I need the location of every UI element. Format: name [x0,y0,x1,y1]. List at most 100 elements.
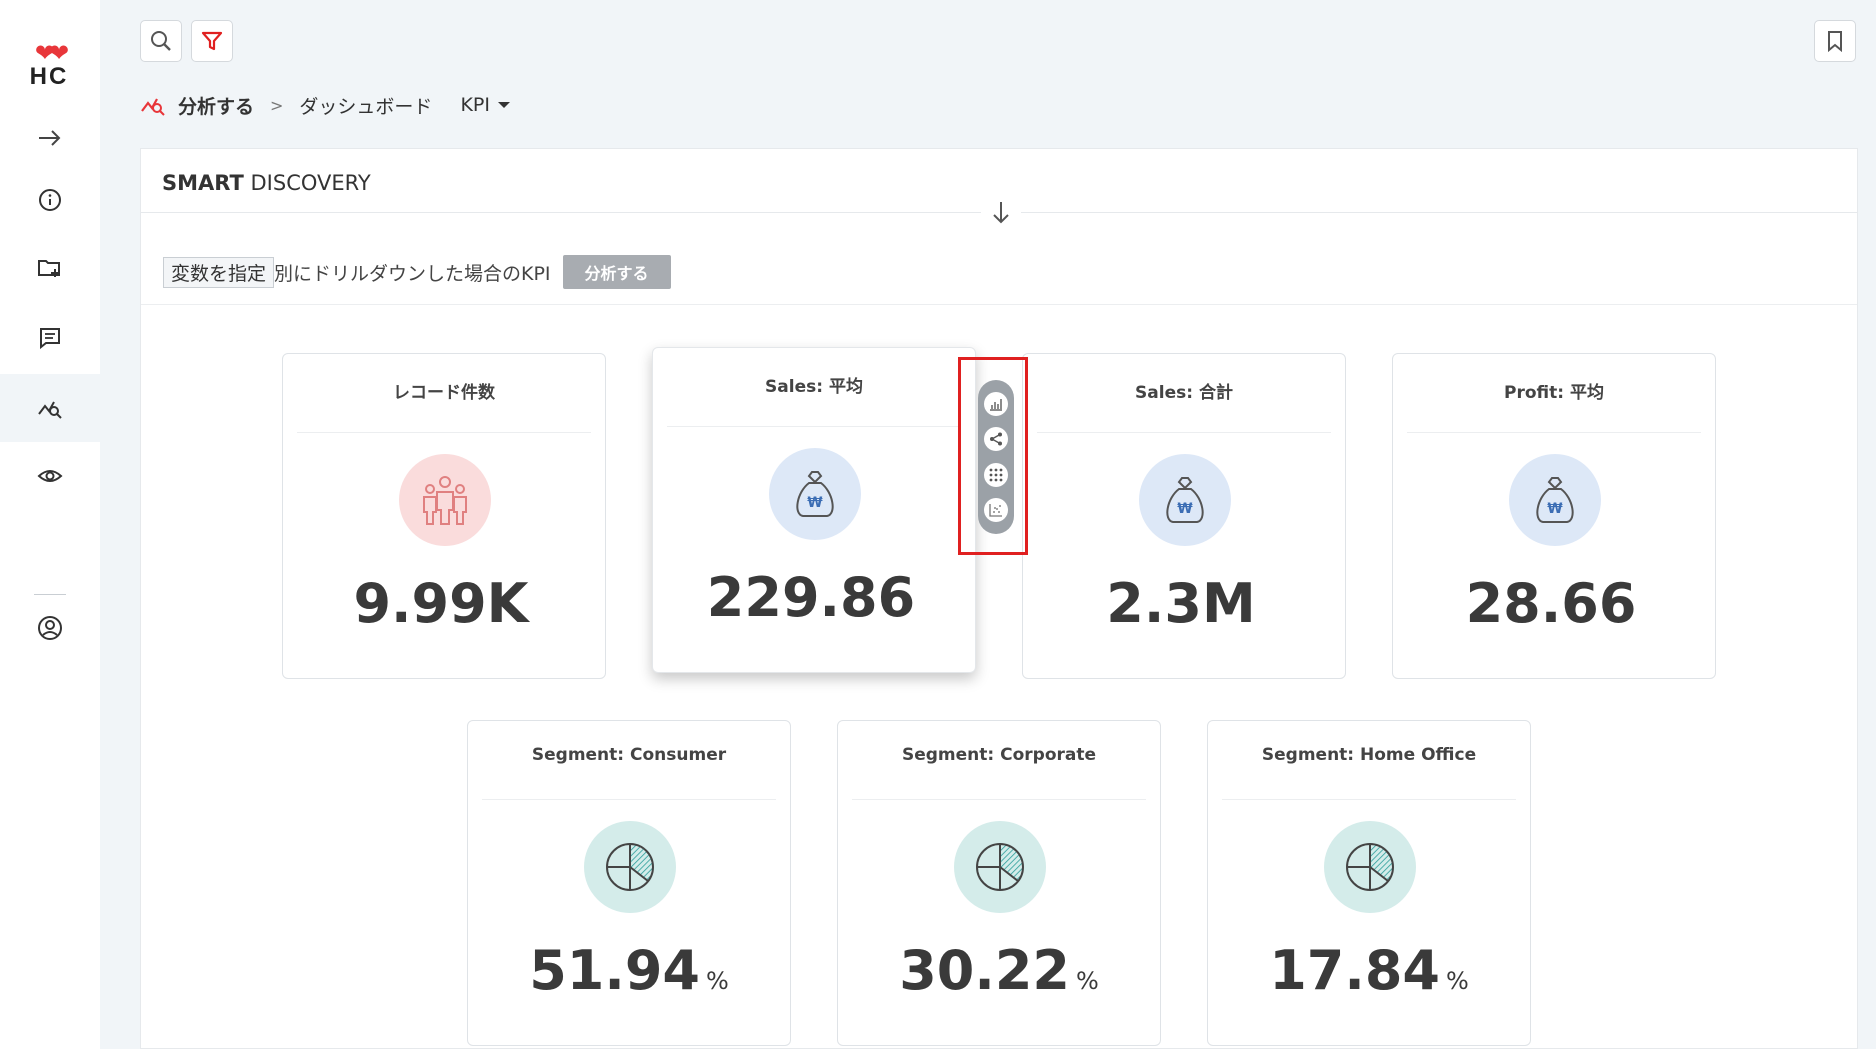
card-value-unit: % [1446,967,1469,995]
kpi-card-profit-average[interactable]: Profit: 平均 ₩ 28.66 [1392,353,1716,679]
kpi-card-sales-total[interactable]: Sales: 合計 ₩ 2.3M [1022,353,1346,679]
analyze-icon [38,401,62,419]
arrow-down-icon [993,202,1009,224]
pie-chart-icon [954,821,1046,913]
card-value-number: 28.66 [1465,572,1637,635]
kpi-card-record-count[interactable]: レコード件数 9.99K [282,353,606,679]
pie-chart-icon [584,821,676,913]
drilldown-divider [141,304,1857,305]
kpi-card-sales-average[interactable]: Sales: 平均 ₩ 229.86 [652,347,976,673]
breadcrumb-separator: > [270,95,284,115]
filter-button[interactable] [191,20,233,62]
chevron-down-icon [497,102,510,108]
card-actions-highlight [958,357,1028,555]
expand-arrow-icon [39,130,61,146]
sidebar-item-new-folder[interactable] [0,234,100,302]
drilldown-text: 別にドリルダウンした場合のKPI [274,262,551,285]
bookmark-icon [1828,31,1842,52]
card-title: Segment: Corporate [901,745,1097,765]
search-button[interactable] [140,20,182,62]
analyze-breadcrumb-icon [141,98,165,116]
card-title: Segment: Consumer [531,745,727,765]
card-title: レコード件数 [393,383,495,403]
card-action-grid[interactable] [984,462,1008,487]
card-action-chart[interactable] [984,391,1008,416]
filter-icon [201,31,223,51]
card-value-number: 30.22 [899,939,1070,1002]
sidebar-item-info[interactable] [0,166,100,234]
card-actions-toolbar [978,380,1014,534]
folder-add-icon [38,260,60,277]
sidebar-item-account[interactable] [0,594,100,662]
breadcrumb-current: ダッシュボード [299,95,433,118]
card-divider [1037,432,1331,433]
svg-text:₩: ₩ [1177,501,1193,517]
card-value: 229.86 [653,566,975,629]
card-value: 28.66 [1393,572,1715,635]
card-title: Sales: 合計 [1135,383,1233,403]
breadcrumb: 分析する > ダッシュボード KPI [140,90,510,120]
pie-chart-icon [1324,821,1416,913]
kpi-dropdown[interactable]: KPI [460,94,510,116]
panel-title: SMART DISCOVERY [162,171,371,195]
card-action-share[interactable] [984,427,1008,452]
bar-chart-icon [990,398,1002,411]
kpi-card-segment-home-office[interactable]: Segment: Home Office 17.84% [1207,720,1531,1046]
card-value: 9.99K [283,572,605,635]
money-bag-icon: ₩ [769,448,861,540]
card-value-unit: % [706,967,729,995]
card-value-number: 229.86 [706,566,916,629]
people-icon [399,454,491,546]
card-value: 2.3M [1023,572,1345,635]
card-action-scatter[interactable] [984,498,1008,523]
drilldown-row: 変数を指定 別にドリルダウンした場合のKPI 分析する [163,255,671,289]
logo-hearts: ❤❤ [34,39,69,67]
eye-icon [37,470,63,482]
card-title: Segment: Home Office [1261,745,1477,765]
breadcrumb-root[interactable]: 分析する [178,92,254,119]
bookmark-button[interactable] [1814,20,1856,62]
kpi-dropdown-label: KPI [460,94,490,116]
sidebar-item-view[interactable] [0,442,100,510]
analyze-button[interactable]: 分析する [562,255,671,289]
panel-title-rest: DISCOVERY [243,171,371,195]
kpi-card-segment-corporate[interactable]: Segment: Corporate 30.22% [837,720,1161,1046]
card-value: 17.84% [1208,939,1530,1002]
grid-dots-icon [989,468,1003,482]
logo-text: HC [29,63,69,90]
card-value-number: 17.84 [1269,939,1440,1002]
card-divider [852,799,1146,800]
card-title: Profit: 平均 [1504,383,1604,403]
card-value-number: 51.94 [529,939,700,1002]
user-account-icon [38,616,62,640]
card-divider [1222,799,1516,800]
sidebar-item-analyze[interactable] [0,374,100,442]
app-logo[interactable]: ❤❤ HC [24,39,74,92]
money-bag-icon: ₩ [1139,454,1231,546]
card-value-number: 2.3M [1106,572,1256,635]
info-icon [39,189,61,211]
card-divider [1407,432,1701,433]
sidebar-expand-button[interactable] [0,104,100,172]
money-bag-icon: ₩ [1509,454,1601,546]
variable-select[interactable]: 変数を指定 [163,256,275,288]
card-divider [297,432,591,433]
search-icon [151,31,171,51]
collapse-toggle[interactable] [981,193,1021,233]
kpi-card-segment-consumer[interactable]: Segment: Consumer 51.94% [467,720,791,1046]
svg-text:₩: ₩ [807,495,823,511]
card-value: 30.22% [838,939,1160,1002]
card-value: 51.94% [468,939,790,1002]
card-title: Sales: 平均 [765,377,863,397]
panel-title-bold: SMART [162,171,244,195]
comment-icon [40,328,60,350]
card-value-unit: % [1076,967,1099,995]
card-divider [482,799,776,800]
sidebar-item-comments[interactable] [0,304,100,372]
card-divider [667,426,961,427]
svg-text:₩: ₩ [1547,501,1563,517]
share-icon [990,432,1002,446]
sidebar: ❤❤ HC [0,0,100,1049]
card-value-number: 9.99K [353,572,529,635]
scatter-chart-icon [989,504,1002,517]
